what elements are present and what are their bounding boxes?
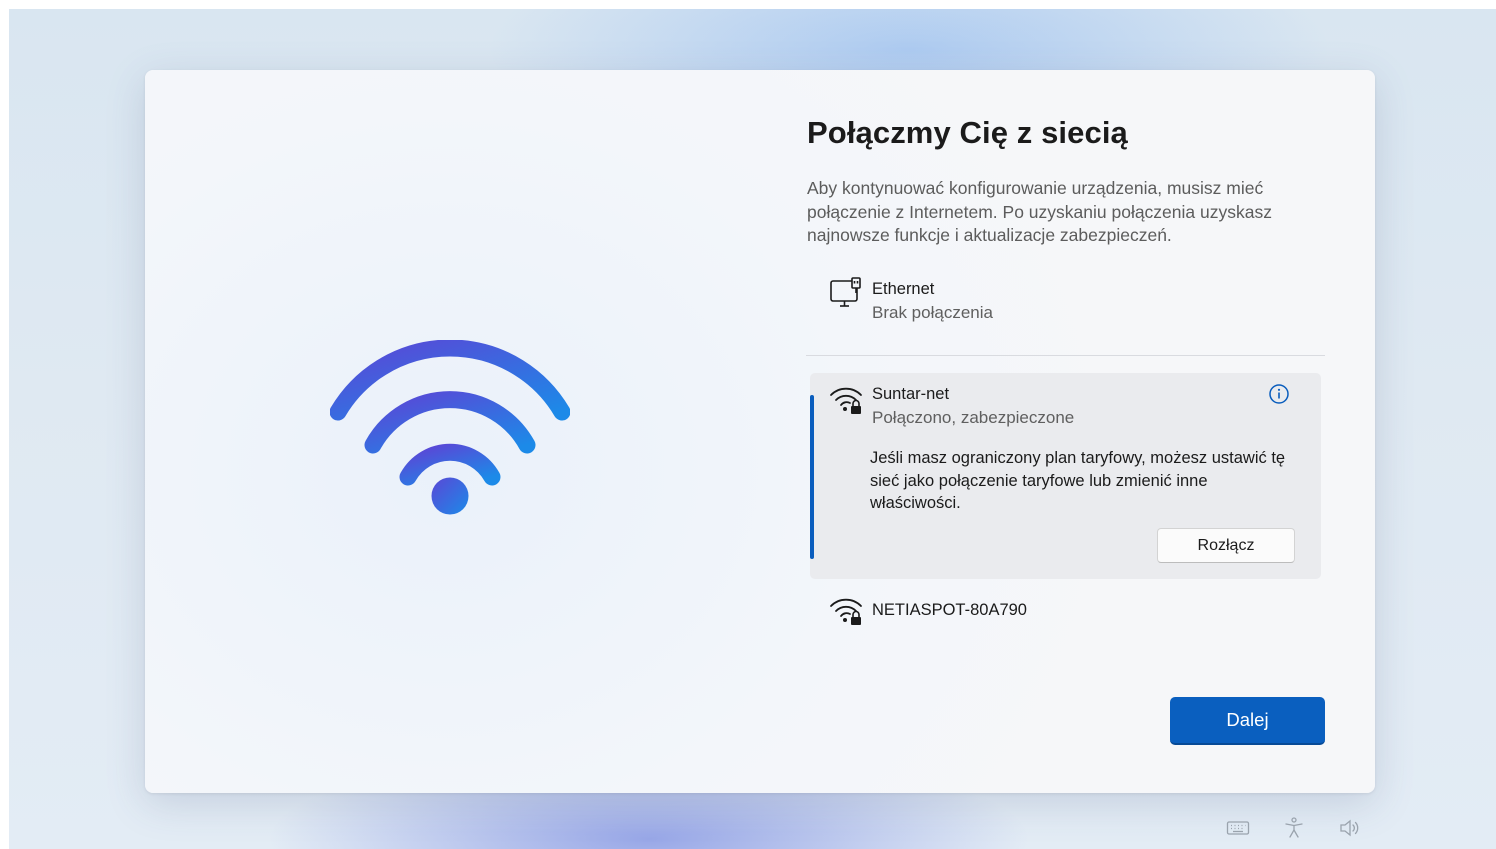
network-item-ethernet[interactable]: Ethernet Brak połączenia [807, 270, 1327, 330]
wifi-secured-icon [830, 387, 862, 414]
metered-connection-info: Jeśli masz ograniczony plan taryfowy, mo… [870, 449, 1286, 512]
network-status: Brak połączenia [872, 303, 993, 322]
divider [806, 355, 1325, 356]
accessibility-icon[interactable] [1282, 816, 1306, 840]
page-description: Aby kontynuować konfigurowanie urządzeni… [807, 178, 1272, 245]
setup-card: Połączmy Cię z siecią Aby kontynuować ko… [145, 70, 1375, 793]
wifi-secured-icon [830, 598, 862, 625]
keyboard-icon[interactable] [1226, 816, 1250, 840]
next-button[interactable]: Dalej [1170, 697, 1325, 745]
network-name: NETIASPOT-80A790 [872, 601, 1027, 619]
network-item-netiaspot[interactable]: NETIASPOT-80A790 [807, 588, 1327, 633]
wifi-illustration-icon [330, 340, 570, 515]
network-name: Ethernet [872, 280, 935, 298]
info-icon[interactable] [1268, 383, 1290, 405]
selection-indicator [810, 395, 814, 559]
volume-icon[interactable] [1338, 816, 1362, 840]
ethernet-icon [830, 277, 861, 307]
network-item-suntar-net[interactable]: Suntar-net Połączono, zabezpieczone Jeśl… [810, 373, 1321, 579]
disconnect-button[interactable]: Rozłącz [1157, 528, 1295, 563]
network-name: Suntar-net [872, 385, 950, 403]
page-title: Połączmy Cię z siecią [807, 115, 1128, 150]
network-status: Połączono, zabezpieczone [872, 408, 1075, 427]
